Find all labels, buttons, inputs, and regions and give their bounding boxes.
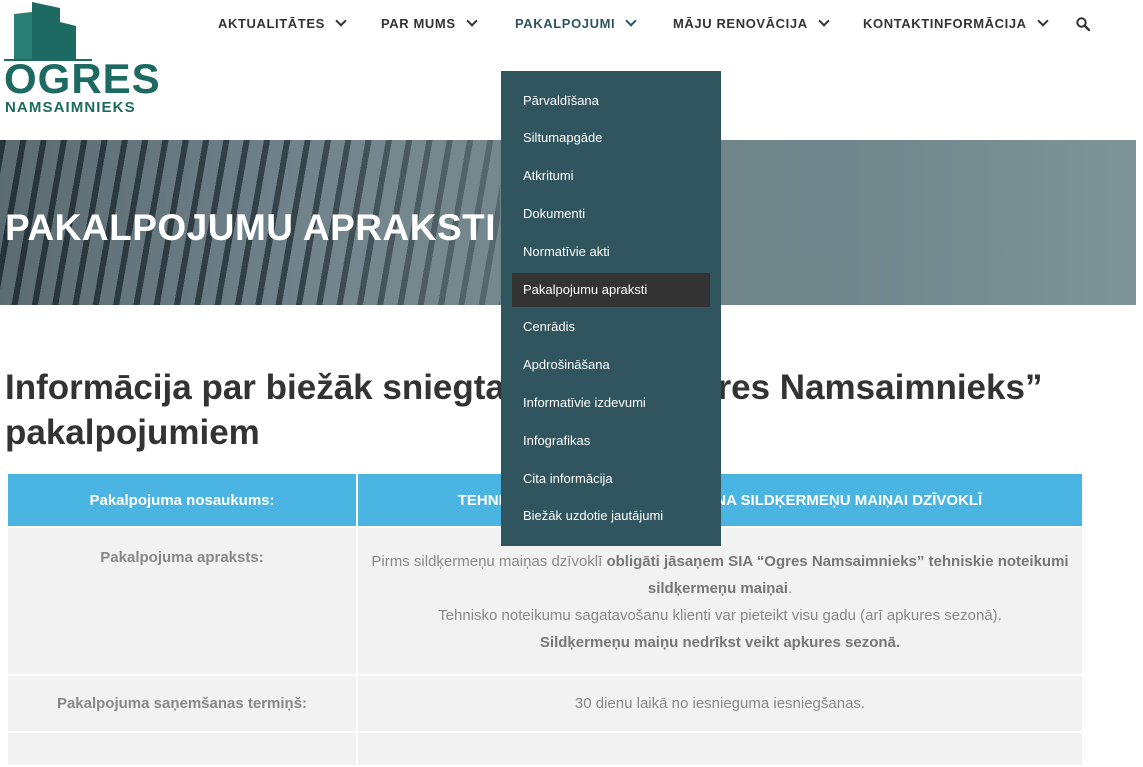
dropdown-item-siltumapgade[interactable]: Siltumapgāde [512,121,710,155]
site-logo[interactable]: OGRES NAMSAIMNIEKS [4,2,160,117]
description-bold-text: obligāti jāsaņem SIA “Ogres Namsaimnieks… [606,553,1069,597]
page-title: PAKALPOJUMU APRAKSTI [5,207,497,248]
chevron-down-icon [465,15,478,27]
dropdown-item-informativie-izdevumi[interactable]: Informatīvie izdevumi [512,386,710,420]
building-logo-icon [4,2,92,61]
table-cell-label [6,731,358,767]
table-row [6,731,1084,767]
nav-item-label: PAR MUMS [381,16,456,31]
nav-item-label: PAKALPOJUMI [515,16,616,31]
dropdown-item-atkritumi[interactable]: Atkritumi [512,159,710,193]
dropdown-item-pakalpojumu-apraksti[interactable]: Pakalpojumu apraksti [512,273,710,307]
dropdown-item-dokumenti[interactable]: Dokumenti [512,197,710,231]
table-row: Pakalpojuma saņemšanas termiņš: 30 dienu… [6,674,1084,733]
dropdown-item-normativie-akti[interactable]: Normatīvie akti [512,235,710,269]
pakalpojumi-dropdown-menu: Pārvaldīšana Siltumapgāde Atkritumi Doku… [501,71,721,546]
nav-item-label: KONTAKTINFORMĀCIJA [863,16,1027,31]
nav-item-label: MĀJU RENOVĀCIJA [673,16,808,31]
description-text: Pirms sildķermeņu maiņas dzīvoklī [371,553,607,570]
chevron-down-icon [818,15,830,27]
dropdown-item-infografikas[interactable]: Infografikas [512,424,710,458]
chevron-down-icon [625,15,637,27]
nav-item-par-mums[interactable]: PAR MUMS [381,15,478,31]
table-cell-value [356,731,1084,767]
dropdown-item-cita-informacija[interactable]: Cita informācija [512,462,710,496]
table-cell-label: Pakalpojuma apraksts: [6,526,358,676]
table-cell-value: Pirms sildķermeņu maiņas dzīvoklī obligā… [356,526,1084,676]
dropdown-item-parvaldisana[interactable]: Pārvaldīšana [512,84,710,118]
table-header-cell: Pakalpojuma nosaukums: [6,472,358,528]
nav-item-pakalpojumi[interactable]: PAKALPOJUMI [515,15,637,31]
nav-item-maju-renovacija[interactable]: MĀJU RENOVĀCIJA [673,15,830,31]
table-cell-label: Pakalpojuma saņemšanas termiņš: [6,674,358,733]
logo-subtitle: NAMSAIMNIEKS [5,99,136,116]
description-bold-text: Sildķermeņu maiņu nedrīkst veikt apkures… [539,634,901,651]
description-text: Tehnisko noteikumu sagatavošanu klienti … [438,607,1002,624]
dropdown-item-apdrosinasana[interactable]: Apdrošināšana [512,348,710,382]
nav-item-label: AKTUALITĀTES [218,16,325,31]
nav-item-kontaktinformacija[interactable]: KONTAKTINFORMĀCIJA [863,15,1049,31]
dropdown-item-cenradis[interactable]: Cenrādis [512,310,710,344]
nav-item-aktualitates[interactable]: AKTUALITĀTES [218,15,347,31]
chevron-down-icon [1037,15,1049,27]
dropdown-item-biezak-uzdotie-jautajumi[interactable]: Biežāk uzdotie jautājumi [512,499,710,533]
logo-title: OGRES [4,55,161,102]
table-cell-value: 30 dienu laikā no iesnieguma iesniegšana… [356,674,1084,733]
chevron-down-icon [335,15,347,27]
search-icon[interactable] [1076,17,1090,31]
table-row: Pakalpojuma apraksts: Pirms sildķermeņu … [6,526,1084,676]
description-text: . [787,580,793,597]
